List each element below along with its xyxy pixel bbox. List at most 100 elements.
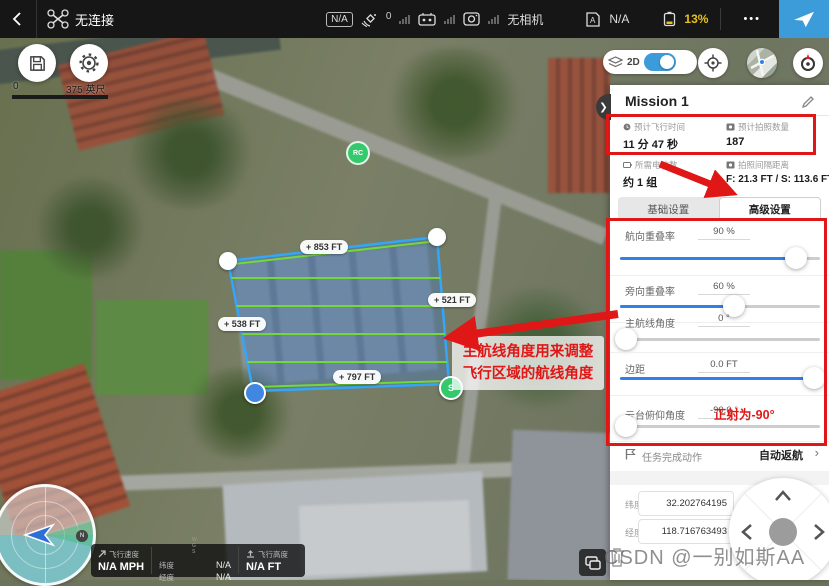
interval-icon — [726, 161, 735, 169]
finish-action-label: 任务完成动作 — [642, 449, 702, 464]
flag-icon — [625, 448, 636, 460]
annotation-line2: 飞行区域的航线角度 — [463, 363, 594, 385]
front-overlap-value-field[interactable]: 90 % — [698, 226, 750, 240]
datum-label: WGS — [192, 538, 198, 555]
map-layers-icon — [608, 56, 623, 68]
clock-icon — [623, 123, 631, 131]
stat-photo-interval: 拍照间隔距离 F: 21.3 FT / S: 113.6 FT — [726, 159, 829, 185]
chevron-right-icon[interactable]: › — [815, 445, 819, 460]
stat-label: 预计飞行时间 — [634, 121, 685, 133]
camera-signal-bars — [488, 14, 499, 24]
map-scale-end: 375 英尺 — [66, 81, 105, 96]
altitude-icon — [246, 550, 255, 558]
rc-marker-label: RC — [353, 150, 363, 157]
back-button[interactable] — [0, 0, 37, 38]
compass-north-badge: N — [76, 530, 88, 542]
polygon-vertex-handle[interactable] — [428, 228, 446, 246]
annotation-line1: 主航线角度用来调整 — [463, 341, 594, 363]
stat-value: 11 分 47 秒 — [623, 136, 728, 152]
lng-value: N/A — [216, 572, 231, 582]
altitude-section: 飞行高度 N/A FT — [239, 544, 295, 577]
nudge-right-icon — [815, 525, 823, 539]
camera-icon — [463, 12, 480, 26]
back-chevron-icon — [10, 11, 26, 27]
route-angle-value-field[interactable]: 0 ° — [698, 313, 750, 327]
map-scale-bar — [12, 95, 108, 99]
polygon-vertex-handle-selected[interactable] — [244, 382, 266, 404]
watermark-text: CSDN @一别如斯AA — [604, 541, 805, 570]
mission-settings-panel: Mission 1 预计飞行时间 11 分 47 秒 预计拍照数量 187 所需… — [610, 85, 829, 580]
divider — [610, 115, 829, 116]
slider-thumb[interactable] — [615, 415, 637, 437]
slider-thumb[interactable] — [803, 367, 825, 389]
tab-basic-settings[interactable]: 基础设置 — [618, 197, 719, 221]
flight-mode-icon: A — [585, 12, 601, 27]
edit-mission-name-button[interactable] — [802, 95, 815, 113]
speed-arrow-icon — [98, 550, 106, 558]
map-scale-start: 0 — [13, 81, 19, 92]
save-mission-button[interactable] — [18, 44, 56, 82]
tab-advanced-settings[interactable]: 高级设置 — [719, 197, 822, 221]
battery-percent: 13% — [684, 12, 708, 26]
telemetry-statusbar: 飞行速度 N/A MPH WGS 纬度N/A 经度N/A 飞行高度 N/A FT — [91, 544, 305, 577]
lat-value: N/A — [216, 560, 231, 570]
map-terrain-patch — [233, 245, 438, 387]
rc-signal-bars — [444, 14, 455, 24]
edge-length-label-left[interactable]: + 538 FT — [218, 317, 266, 331]
stat-value: 约 1 组 — [623, 174, 728, 190]
locate-me-button[interactable] — [698, 48, 728, 78]
polygon-vertex-handle[interactable] — [219, 252, 237, 270]
route-angle-slider[interactable] — [620, 338, 820, 341]
margin-value-field[interactable]: 0.0 FT — [698, 359, 750, 373]
side-overlap-slider[interactable] — [620, 305, 820, 308]
compass-reset-button[interactable] — [793, 48, 823, 78]
edge-length-label-right[interactable]: + 521 FT — [428, 293, 476, 307]
divider — [610, 275, 829, 276]
connection-status: 无连接 — [75, 10, 114, 29]
layers-icon — [585, 556, 601, 570]
lat-label: 纬度 — [159, 560, 174, 571]
map-2d-toggle[interactable] — [644, 53, 676, 71]
stat-value: F: 21.3 FT / S: 113.6 FT — [726, 174, 829, 185]
edge-length-label-top[interactable]: + 853 FT — [300, 240, 348, 254]
slider-label-margin: 边距 — [625, 361, 645, 376]
map-tree-cluster — [120, 98, 260, 208]
slider-thumb[interactable] — [785, 247, 807, 269]
finish-action-value[interactable]: 自动返航 — [759, 447, 803, 463]
altitude-label: 飞行高度 — [258, 549, 288, 560]
telemetry-na-badge: N/A — [326, 12, 353, 27]
divider — [610, 352, 829, 353]
flight-mode-value: N/A — [609, 12, 629, 26]
margin-slider[interactable] — [620, 377, 820, 380]
latitude-field[interactable]: 32.202764195 — [638, 491, 734, 516]
map-tree-cluster — [180, 368, 300, 458]
slider-label-front-overlap: 航向重叠率 — [625, 228, 675, 243]
mission-settings-button[interactable] — [70, 44, 108, 82]
front-overlap-slider[interactable] — [620, 257, 820, 260]
camera-map-switch-button[interactable] — [579, 549, 606, 576]
more-menu-button[interactable]: ••• — [733, 13, 771, 25]
battery-icon — [663, 11, 676, 27]
stat-value: 187 — [726, 136, 829, 148]
satellite-signal-bars — [399, 14, 410, 24]
map-tree-cluster — [30, 178, 150, 278]
aircraft-status-group[interactable]: 无连接 — [37, 9, 124, 29]
satellite-count: 0 — [386, 11, 392, 22]
route-angle-annotation: 主航线角度用来调整 飞行区域的航线角度 — [452, 336, 604, 390]
altitude-value: N/A FT — [246, 561, 288, 573]
minimap-button[interactable] — [747, 48, 777, 78]
gimbal-pitch-slider[interactable] — [620, 425, 820, 428]
battery-small-icon — [623, 161, 632, 169]
stat-battery-count: 所需电池数 约 1 组 — [623, 159, 728, 190]
mission-title: Mission 1 — [625, 93, 689, 109]
locate-crosshair-icon — [704, 54, 722, 72]
slider-label-side-overlap: 旁向重叠率 — [625, 283, 675, 298]
slider-label-route-angle: 主航线角度 — [625, 315, 675, 330]
remote-controller-icon — [418, 12, 436, 26]
drone-icon — [47, 9, 69, 29]
edge-length-label-bottom[interactable]: + 797 FT — [333, 370, 381, 384]
takeoff-button[interactable] — [779, 0, 829, 38]
slider-thumb[interactable] — [615, 328, 637, 350]
side-overlap-value-field[interactable]: 60 % — [698, 281, 750, 295]
map-mode-pill: 2D — [603, 50, 697, 74]
